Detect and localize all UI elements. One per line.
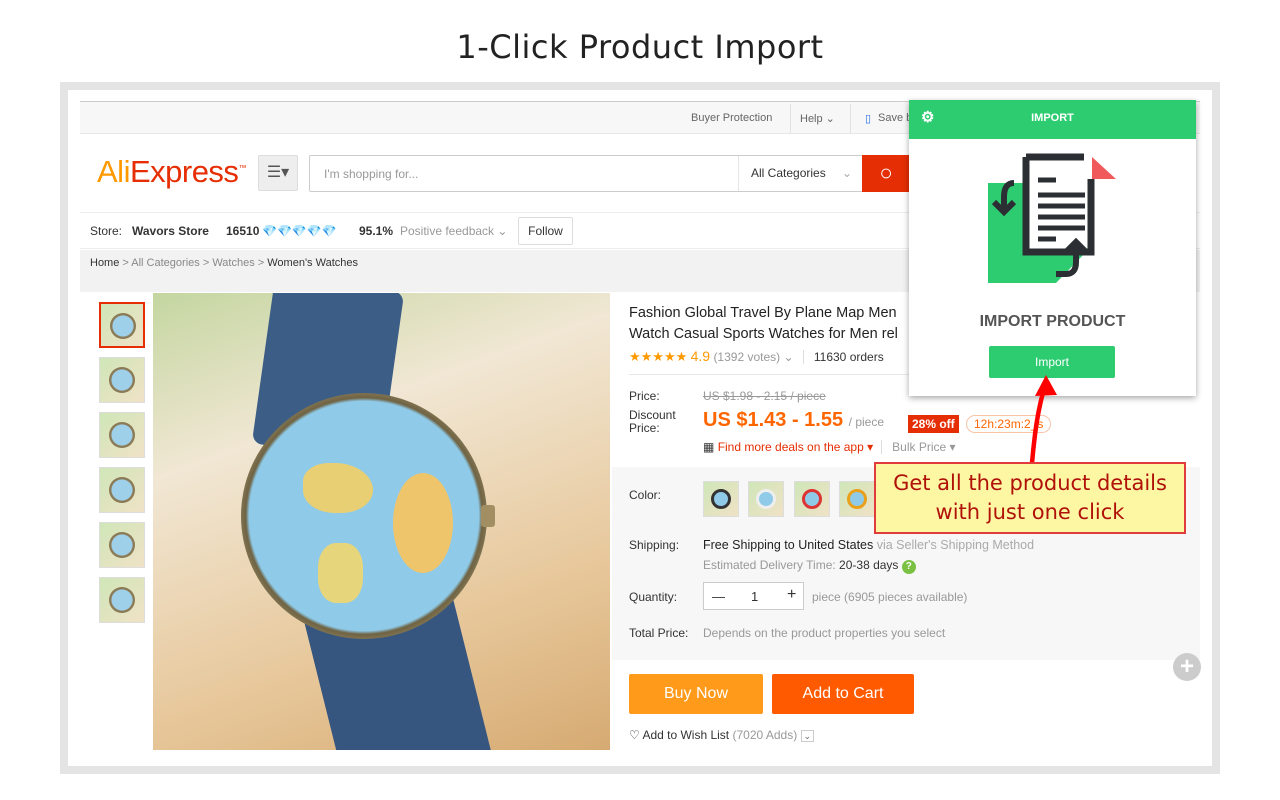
crumb-womens-watches[interactable]: Women's Watches (267, 257, 358, 269)
product-title: Fashion Global Travel By Plane Map Men Wa… (629, 305, 898, 342)
category-menu-button[interactable]: ☰▾ (258, 155, 298, 191)
search-button[interactable]: ○ (862, 155, 910, 192)
crumb-watches[interactable]: Watches (212, 257, 254, 269)
wishlist-link[interactable]: ♡ Add to Wish List (7020 Adds) ⌄ (629, 728, 815, 742)
follow-button[interactable]: Follow (518, 217, 573, 245)
plus-icon[interactable]: + (1173, 653, 1201, 681)
discount-price: US $1.43 - 1.55 / piece (703, 409, 885, 431)
phone-icon: ▯ (865, 113, 872, 125)
import-heading: IMPORT PRODUCT (979, 313, 1126, 330)
help-menu[interactable]: Help ⌄ (800, 112, 835, 125)
color-swatch-white[interactable] (748, 481, 784, 517)
delivery-time: Estimated Delivery Time: 20-38 days ? (703, 558, 916, 574)
color-swatch-red[interactable] (794, 481, 830, 517)
settings-icon[interactable]: ⚙ (921, 100, 934, 136)
search-input[interactable]: I'm shopping for... All Categories ⌄ (309, 155, 864, 192)
crumb-home[interactable]: Home (90, 257, 119, 269)
original-price: US $1.98 - 2.15 / piece (703, 389, 826, 403)
color-swatch-black[interactable] (703, 481, 739, 517)
import-popup: ⚙ IMPORT IMPORT PRODUCT Import (909, 100, 1196, 396)
save-app-link[interactable]: Save b (878, 112, 912, 124)
thumbnail-2[interactable] (99, 357, 145, 403)
quantity-input[interactable]: 1 (751, 589, 758, 604)
category-select[interactable]: All Categories ⌄ (738, 156, 864, 191)
feedback-dropdown[interactable]: Positive feedback ⌄ (400, 224, 507, 238)
import-document-icon (988, 153, 1116, 283)
shipping-info: Free Shipping to United States via Selle… (703, 538, 1035, 552)
app-deals-link[interactable]: Find more deals on the app ▾ (718, 440, 873, 454)
product-image[interactable] (153, 293, 610, 750)
diamond-icons: 💎💎💎💎💎 (262, 224, 337, 238)
qr-code-icon: ▦ (703, 440, 715, 454)
discount-badge: 28% off (908, 415, 959, 433)
help-icon[interactable]: ? (901, 560, 916, 574)
buyer-protection-link[interactable]: Buyer Protection (691, 112, 772, 124)
increase-button[interactable]: + (787, 586, 796, 604)
quantity-stepper[interactable]: — 1 + (703, 582, 804, 610)
callout-annotation: Get all the product details with just one… (874, 462, 1186, 534)
heart-icon: ♡ (629, 728, 640, 742)
chevron-down-icon: ⌄ (800, 730, 815, 742)
thumbnail-1[interactable] (99, 302, 145, 348)
bulk-price-dropdown[interactable]: Bulk Price ▾ (881, 440, 956, 454)
color-swatch-yellow[interactable] (839, 481, 875, 517)
thumbnail-4[interactable] (99, 467, 145, 513)
votes-link[interactable]: (1392 votes) (713, 350, 780, 364)
decrease-button[interactable]: — (712, 589, 725, 604)
add-to-cart-button[interactable]: Add to Cart (772, 674, 914, 714)
thumbnail-5[interactable] (99, 522, 145, 568)
thumbnail-3[interactable] (99, 412, 145, 458)
aliexpress-logo[interactable]: AliExpress™ (97, 154, 246, 190)
search-icon: ○ (879, 160, 893, 185)
banner-title: 1-Click Product Import (456, 28, 824, 66)
buy-now-button[interactable]: Buy Now (629, 674, 763, 714)
star-icons: ★★★★★ (629, 349, 688, 364)
rating: ★★★★★ 4.9 (1392 votes) ⌄ 11630 orders (629, 348, 884, 364)
crumb-all-categories[interactable]: All Categories (131, 257, 199, 269)
store-name[interactable]: Wavors Store (132, 224, 209, 238)
thumbnail-6[interactable] (99, 577, 145, 623)
